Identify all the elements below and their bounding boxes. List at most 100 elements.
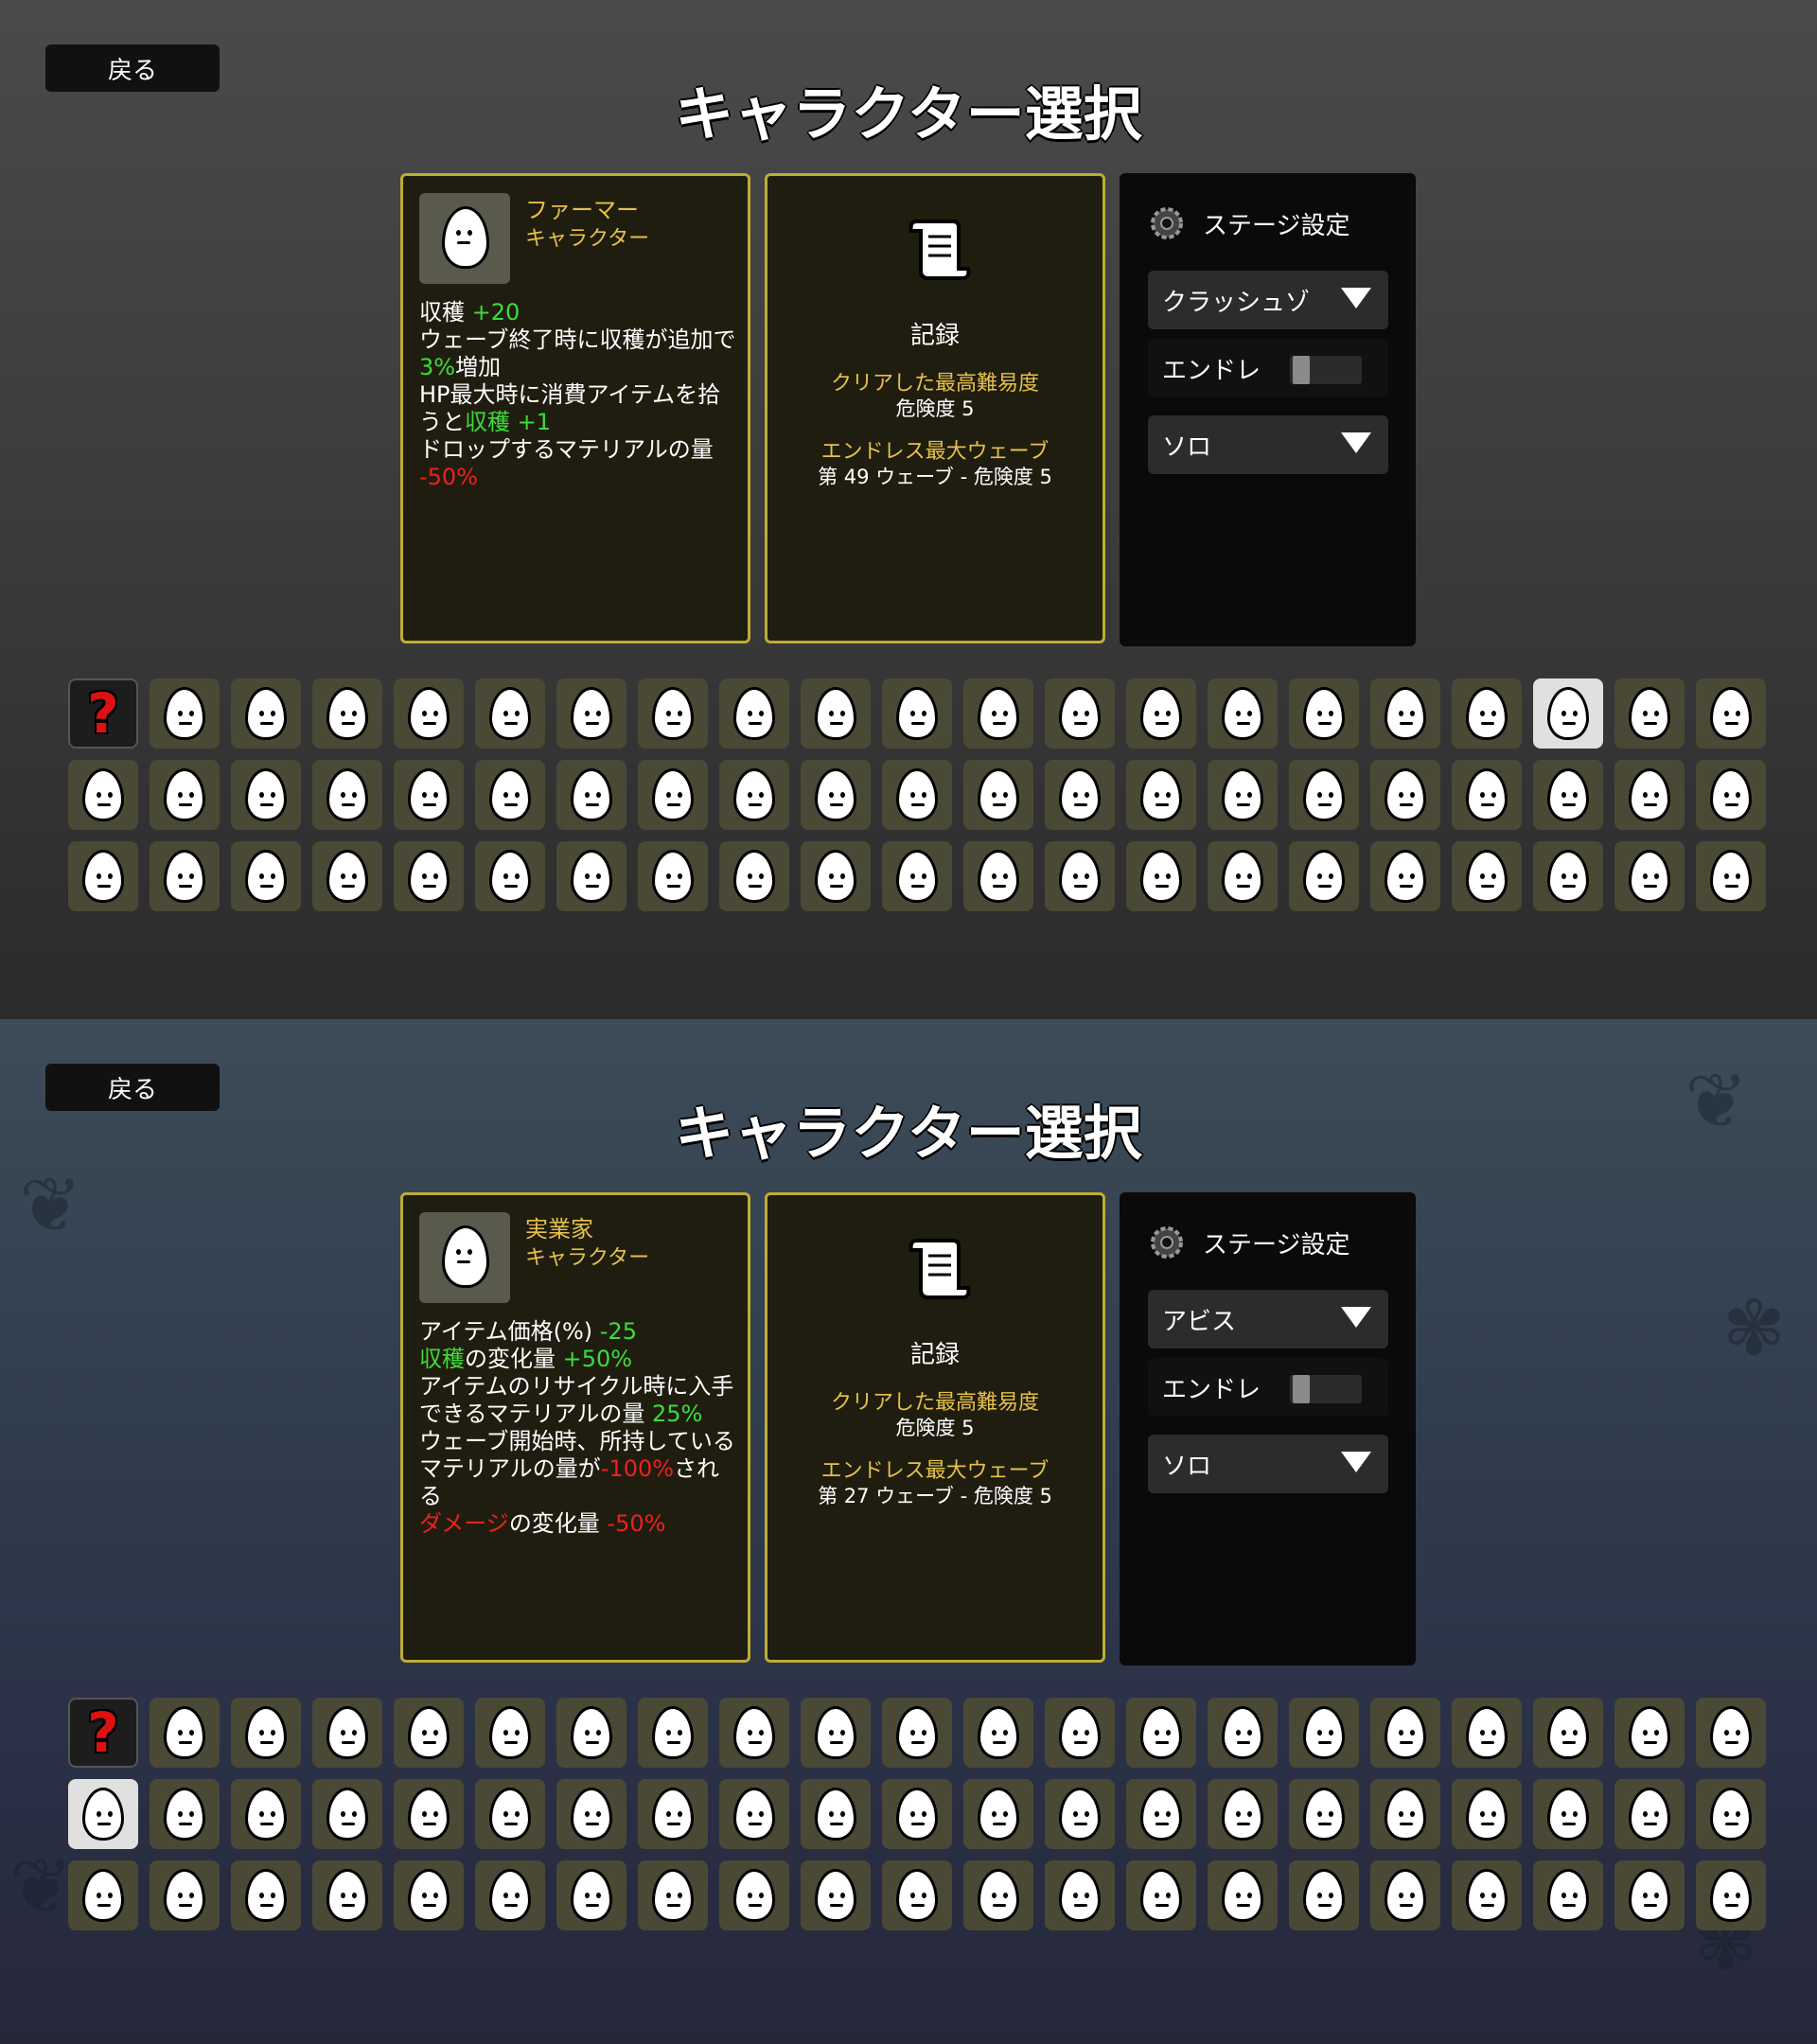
character-slot[interactable] (1614, 1779, 1685, 1849)
character-slot[interactable] (882, 1779, 952, 1849)
character-slot[interactable] (1126, 1698, 1196, 1768)
character-slot[interactable] (1289, 1860, 1359, 1930)
character-slot[interactable] (1452, 760, 1522, 830)
character-slot[interactable] (1289, 760, 1359, 830)
character-slot[interactable] (638, 678, 708, 749)
character-slot[interactable] (68, 1860, 138, 1930)
endless-toggle[interactable] (1290, 1375, 1362, 1403)
character-slot[interactable] (1126, 1779, 1196, 1849)
character-slot[interactable] (1614, 841, 1685, 911)
character-slot[interactable] (1614, 760, 1685, 830)
character-slot[interactable] (1370, 841, 1440, 911)
character-slot[interactable] (1289, 1698, 1359, 1768)
character-slot[interactable] (963, 1860, 1033, 1930)
character-slot[interactable] (556, 678, 626, 749)
character-slot[interactable] (1614, 678, 1685, 749)
character-slot[interactable] (1452, 1860, 1522, 1930)
character-slot[interactable] (556, 1860, 626, 1930)
character-slot[interactable] (801, 1860, 871, 1930)
character-slot[interactable] (1533, 678, 1603, 749)
character-slot[interactable] (1208, 760, 1278, 830)
character-slot[interactable] (719, 760, 789, 830)
character-slot[interactable] (312, 1698, 382, 1768)
character-slot[interactable] (1126, 841, 1196, 911)
character-slot[interactable] (719, 1860, 789, 1930)
character-slot[interactable] (150, 1779, 220, 1849)
character-slot[interactable] (1045, 1860, 1115, 1930)
character-slot[interactable] (231, 841, 301, 911)
character-slot[interactable] (68, 841, 138, 911)
character-slot[interactable] (1696, 678, 1766, 749)
endless-toggle[interactable] (1290, 356, 1362, 384)
random-character-button[interactable]: ? (68, 678, 138, 749)
character-slot[interactable] (1045, 841, 1115, 911)
character-slot[interactable] (1126, 678, 1196, 749)
character-slot[interactable] (1696, 1779, 1766, 1849)
character-slot[interactable] (1208, 1779, 1278, 1849)
character-slot[interactable] (638, 760, 708, 830)
character-slot[interactable] (882, 760, 952, 830)
character-slot[interactable] (312, 678, 382, 749)
character-slot[interactable] (312, 1779, 382, 1849)
character-slot[interactable] (394, 760, 464, 830)
mode-dropdown[interactable]: ソロ (1148, 1435, 1388, 1493)
character-slot[interactable] (1289, 678, 1359, 749)
character-slot[interactable] (963, 841, 1033, 911)
character-slot[interactable] (150, 678, 220, 749)
character-slot[interactable] (1045, 678, 1115, 749)
character-slot[interactable] (556, 841, 626, 911)
zone-dropdown[interactable]: クラッシュゾ (1148, 271, 1388, 329)
character-slot[interactable] (1370, 760, 1440, 830)
character-slot[interactable] (801, 678, 871, 749)
character-slot[interactable] (394, 1860, 464, 1930)
character-slot[interactable] (1533, 760, 1603, 830)
character-slot[interactable] (150, 1698, 220, 1768)
character-slot[interactable] (1533, 1698, 1603, 1768)
character-slot[interactable] (231, 760, 301, 830)
character-slot[interactable] (1208, 1860, 1278, 1930)
character-slot[interactable] (963, 760, 1033, 830)
character-slot[interactable] (231, 678, 301, 749)
character-slot[interactable] (556, 760, 626, 830)
character-slot[interactable] (1208, 1698, 1278, 1768)
character-slot[interactable] (394, 678, 464, 749)
character-slot[interactable] (638, 1860, 708, 1930)
character-slot[interactable] (882, 841, 952, 911)
character-slot[interactable] (150, 841, 220, 911)
character-slot[interactable] (1533, 841, 1603, 911)
character-slot[interactable] (475, 1698, 545, 1768)
character-slot[interactable] (475, 1779, 545, 1849)
character-slot[interactable] (1614, 1698, 1685, 1768)
character-slot[interactable] (475, 678, 545, 749)
character-slot[interactable] (556, 1698, 626, 1768)
character-slot[interactable] (882, 678, 952, 749)
character-slot[interactable] (719, 841, 789, 911)
random-character-button[interactable]: ? (68, 1698, 138, 1768)
character-slot[interactable] (801, 760, 871, 830)
character-slot[interactable] (231, 1779, 301, 1849)
character-slot[interactable] (719, 1698, 789, 1768)
character-slot[interactable] (638, 1779, 708, 1849)
character-slot[interactable] (963, 678, 1033, 749)
character-slot[interactable] (475, 760, 545, 830)
character-slot[interactable] (150, 760, 220, 830)
character-slot[interactable] (68, 760, 138, 830)
character-slot[interactable] (882, 1698, 952, 1768)
character-slot[interactable] (1370, 1860, 1440, 1930)
character-slot[interactable] (312, 1860, 382, 1930)
character-slot[interactable] (150, 1860, 220, 1930)
character-slot[interactable] (1289, 841, 1359, 911)
character-slot[interactable] (1533, 1860, 1603, 1930)
character-slot[interactable] (1696, 1698, 1766, 1768)
character-slot[interactable] (475, 841, 545, 911)
character-slot[interactable] (1045, 1698, 1115, 1768)
character-slot[interactable] (801, 1779, 871, 1849)
character-slot[interactable] (1696, 760, 1766, 830)
character-slot[interactable] (312, 841, 382, 911)
character-slot[interactable] (556, 1779, 626, 1849)
character-slot[interactable] (1696, 1860, 1766, 1930)
character-slot[interactable] (1696, 841, 1766, 911)
character-slot[interactable] (963, 1698, 1033, 1768)
character-slot[interactable] (1208, 678, 1278, 749)
character-slot[interactable] (394, 1698, 464, 1768)
